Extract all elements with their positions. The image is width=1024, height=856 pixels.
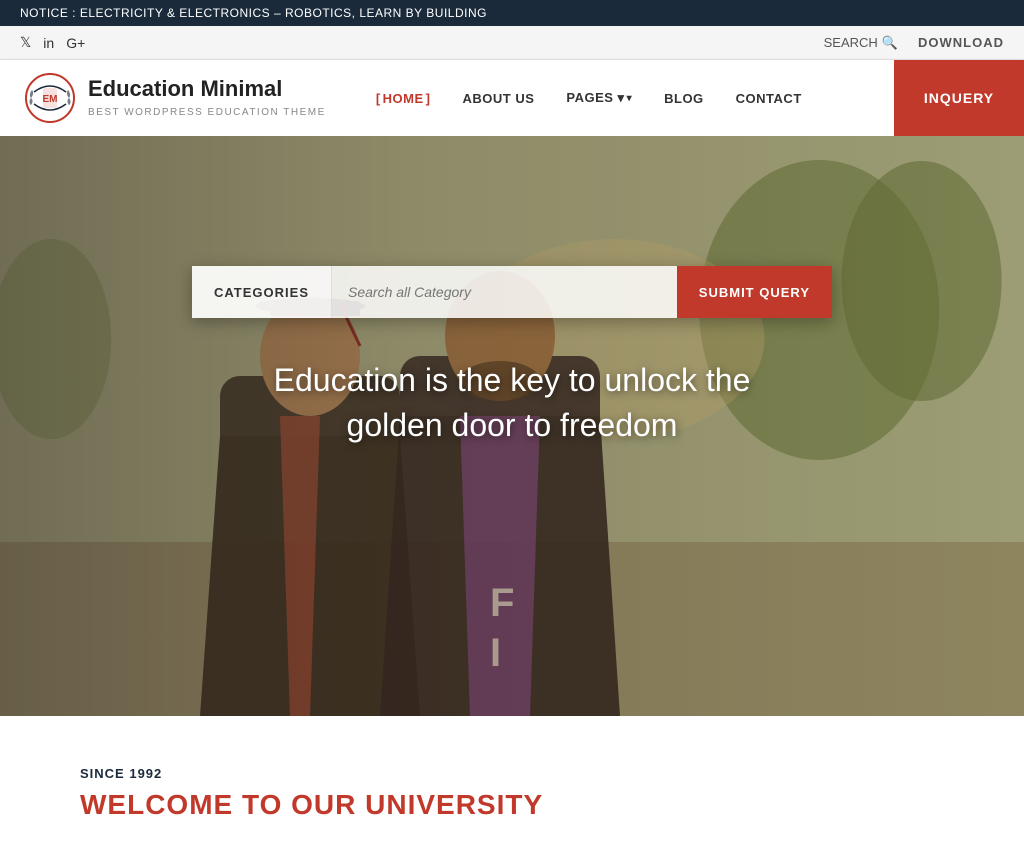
submit-query-button[interactable]: SUBMIT QUERY — [677, 266, 832, 318]
linkedin-icon[interactable]: in — [43, 35, 54, 51]
below-hero-section: SINCE 1992 WELCOME TO OUR UNIVERSITY — [0, 716, 1024, 851]
notice-text: NOTICE : ELECTRICITY & ELECTRONICS – ROB… — [20, 6, 487, 20]
categories-button[interactable]: CATEGORIES — [192, 266, 332, 318]
social-right-group: SEARCH 🔍 DOWNLOAD — [824, 35, 1004, 51]
search-bar: CATEGORIES SUBMIT QUERY — [192, 266, 832, 318]
main-nav: HOME ABOUT US PAGES ▾ BLOG CONTACT — [350, 60, 894, 136]
inquery-button[interactable]: INQUERY — [894, 60, 1024, 136]
hero-tagline: Education is the key to unlock the golde… — [252, 358, 772, 448]
logo-title: Education Minimal — [88, 76, 326, 102]
nav-home[interactable]: HOME — [360, 60, 447, 136]
svg-text:EM: EM — [43, 94, 58, 105]
logo-icon: EM — [24, 72, 76, 124]
google-plus-icon[interactable]: G+ — [66, 35, 85, 51]
download-link[interactable]: DOWNLOAD — [918, 35, 1004, 50]
nav-contact[interactable]: CONTACT — [720, 60, 818, 136]
social-icons-group: 𝕏 in G+ — [20, 34, 85, 51]
search-input[interactable] — [332, 266, 677, 318]
search-icon: 🔍 — [882, 35, 898, 51]
search-label: SEARCH — [824, 35, 878, 50]
social-bar: 𝕏 in G+ SEARCH 🔍 DOWNLOAD — [0, 26, 1024, 60]
header: EM Education Minimal BEST WORDPRESS EDUC… — [0, 60, 1024, 136]
search-link[interactable]: SEARCH 🔍 — [824, 35, 898, 51]
logo-subtitle: BEST WORDPRESS EDUCATION THEME — [88, 107, 326, 118]
twitter-icon[interactable]: 𝕏 — [20, 34, 31, 51]
notice-bar: NOTICE : ELECTRICITY & ELECTRONICS – ROB… — [0, 0, 1024, 26]
logo-text: Education Minimal BEST WORDPRESS EDUCATI… — [88, 76, 326, 120]
logo-area: EM Education Minimal BEST WORDPRESS EDUC… — [0, 60, 350, 136]
nav-pages[interactable]: PAGES ▾ — [550, 60, 648, 136]
welcome-title: WELCOME TO OUR UNIVERSITY — [80, 789, 944, 821]
nav-blog[interactable]: BLOG — [648, 60, 720, 136]
since-label: SINCE 1992 — [80, 766, 944, 781]
nav-about[interactable]: ABOUT US — [447, 60, 551, 136]
hero-content: CATEGORIES SUBMIT QUERY Education is the… — [0, 136, 1024, 448]
hero-section: F I CATEGORIES SUBMIT QUERY Education is… — [0, 136, 1024, 716]
